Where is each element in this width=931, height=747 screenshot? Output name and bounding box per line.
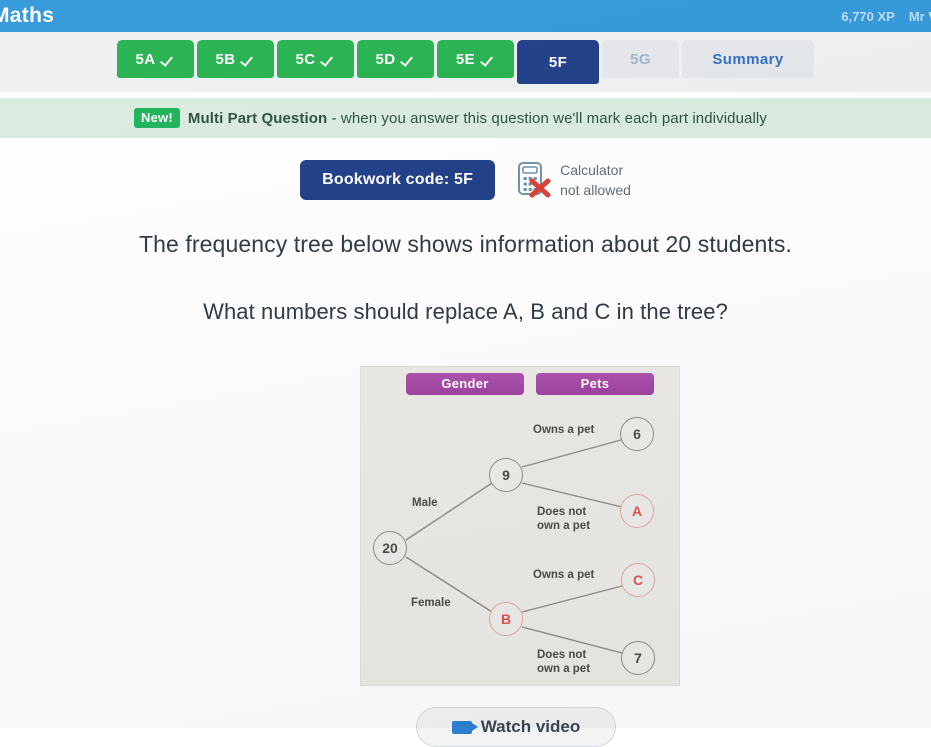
check-icon xyxy=(402,53,415,66)
tab-5c[interactable]: 5C xyxy=(277,40,354,78)
calculator-not-allowed-icon xyxy=(517,161,551,199)
tab-5g-label: 5G xyxy=(630,50,651,68)
tree-edge-label-female-pet: Owns a pet xyxy=(533,569,595,581)
calculator-line-1: Calculator xyxy=(560,162,624,178)
tree-node-male: 9 xyxy=(489,458,523,492)
check-icon xyxy=(242,53,255,66)
tree-edge-label-male-nopet: Does not own a pet xyxy=(537,506,591,532)
tree-node-male-pet: 6 xyxy=(620,417,654,451)
lesson-tab-strip: 5A 5B 5C 5D 5E 5F 5G Summary xyxy=(0,32,931,92)
tab-5c-label: 5C xyxy=(295,50,316,68)
calculator-line-2: not allowed xyxy=(560,182,631,199)
video-camera-icon xyxy=(451,720,478,734)
tab-5b-label: 5B xyxy=(215,50,236,68)
user-name: Mr V xyxy=(908,8,931,24)
app-title: Maths xyxy=(0,4,55,27)
banner-rest-text: - when you answer this question we'll ma… xyxy=(327,109,767,127)
tree-header-pets: Pets xyxy=(536,373,654,395)
watch-video-button[interactable]: Watch video xyxy=(416,707,616,747)
question-line-2: What numbers should replace A, B and C i… xyxy=(203,299,728,324)
tab-5a[interactable]: 5A xyxy=(117,40,194,78)
tab-summary[interactable]: Summary xyxy=(682,40,814,78)
bookwork-row: Bookwork code: 5F Calculator not allowed xyxy=(0,160,931,201)
tree-node-male-nopet: A xyxy=(620,494,654,528)
top-app-bar: Maths 6,770 XP Mr V xyxy=(0,0,931,32)
calculator-status: Calculator not allowed xyxy=(517,160,631,201)
check-icon xyxy=(322,53,335,66)
tree-node-female-pet: C xyxy=(621,563,655,597)
tab-5e-label: 5E xyxy=(455,50,476,68)
tree-edge-label-female: Female xyxy=(411,597,451,609)
topbar-right-group: 6,770 XP Mr V xyxy=(841,9,931,24)
tree-edge-label-male-pet: Owns a pet xyxy=(533,424,595,436)
frequency-tree-panel: Gender Pets 20 9 B 6 A C 7 Male Female O… xyxy=(360,366,680,686)
tab-summary-label: Summary xyxy=(712,50,784,68)
tree-node-female: B xyxy=(489,602,523,636)
calculator-text: Calculator not allowed xyxy=(560,160,631,201)
tab-5e[interactable]: 5E xyxy=(437,40,514,78)
tab-5f[interactable]: 5F xyxy=(517,40,599,84)
check-icon xyxy=(162,53,175,66)
check-icon xyxy=(482,53,495,66)
tree-header-gender: Gender xyxy=(406,373,524,395)
tab-5d-label: 5D xyxy=(375,50,396,68)
bookwork-code-badge: Bookwork code: 5F xyxy=(300,160,496,201)
tab-5a-label: 5A xyxy=(135,50,156,68)
tab-5g[interactable]: 5G xyxy=(602,40,679,78)
banner-bold-text: Multi Part Question xyxy=(187,109,328,127)
tree-node-female-nopet: 7 xyxy=(621,641,655,675)
question-line-1: The frequency tree below shows informati… xyxy=(138,231,793,257)
multi-part-question-banner: New! Multi Part Question - when you answ… xyxy=(0,98,931,138)
xp-counter: 6,770 XP xyxy=(841,8,895,24)
tab-5f-label: 5F xyxy=(548,53,568,71)
banner-text: Multi Part Question - when you answer th… xyxy=(188,110,767,127)
tab-5d[interactable]: 5D xyxy=(357,40,434,78)
new-badge: New! xyxy=(134,108,180,128)
tree-node-root: 20 xyxy=(373,531,407,565)
tree-edge-label-female-nopet: Does not own a pet xyxy=(537,649,591,675)
watch-video-label: Watch video xyxy=(480,717,581,736)
tree-edge-label-male: Male xyxy=(412,497,438,509)
tab-5b[interactable]: 5B xyxy=(197,40,274,78)
